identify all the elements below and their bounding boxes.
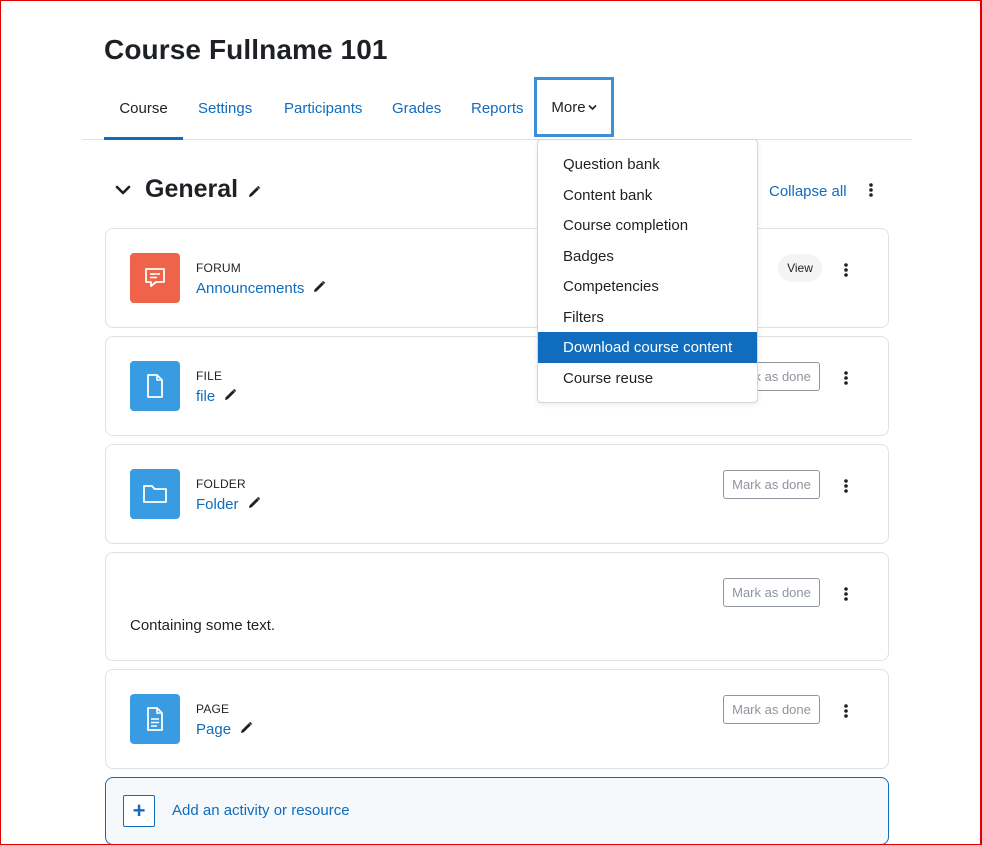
forum-icon: [130, 253, 180, 303]
activity-type-label: FOLDER: [196, 477, 246, 491]
pencil-icon[interactable]: [312, 280, 326, 294]
activity-card-folder: FOLDER Folder Mark as done: [105, 444, 889, 544]
page-icon: [130, 694, 180, 744]
menu-item-course-reuse[interactable]: Course reuse: [538, 363, 757, 394]
view-button[interactable]: View: [778, 254, 822, 282]
file-icon: [130, 361, 180, 411]
menu-item-download-course-content[interactable]: Download course content: [538, 332, 757, 363]
menu-item-question-bank[interactable]: Question bank: [538, 149, 757, 180]
label-text: Containing some text.: [130, 617, 276, 634]
activity-name: Folder: [196, 496, 239, 513]
activity-card-file: FILE file Mark as done: [105, 336, 889, 436]
activity-link[interactable]: Page: [196, 721, 253, 738]
page-title: Course Fullname 101: [104, 34, 388, 65]
activity-type-label: PAGE: [196, 702, 230, 716]
menu-item-content-bank[interactable]: Content bank: [538, 180, 757, 211]
menu-item-filters[interactable]: Filters: [538, 302, 757, 333]
more-options-icon[interactable]: [865, 180, 877, 200]
menu-item-competencies[interactable]: Competencies: [538, 271, 757, 302]
activity-link[interactable]: Folder: [196, 496, 261, 513]
tab-more[interactable]: More: [534, 77, 614, 137]
collapse-all-link[interactable]: Collapse all: [769, 183, 847, 200]
more-options-icon[interactable]: [840, 368, 852, 388]
menu-item-badges[interactable]: Badges: [538, 241, 757, 272]
tab-participants[interactable]: Participants: [284, 78, 362, 139]
activity-link[interactable]: file: [196, 388, 237, 405]
menu-item-course-completion[interactable]: Course completion: [538, 210, 757, 241]
activity-name: file: [196, 388, 216, 405]
more-options-icon[interactable]: [840, 584, 852, 604]
activity-type-label: FORUM: [196, 261, 241, 275]
activity-card-page: PAGE Page Mark as done: [105, 669, 889, 769]
pencil-icon[interactable]: [247, 496, 261, 510]
pencil-icon[interactable]: [239, 721, 253, 735]
chevron-down-icon[interactable]: [111, 178, 135, 202]
activity-card-text: Containing some text. Mark as done: [105, 552, 889, 661]
more-options-icon[interactable]: [840, 701, 852, 721]
add-activity-button[interactable]: + Add an activity or resource: [105, 777, 889, 845]
activity-name: Page: [196, 721, 232, 738]
course-nav-tabs: Course Settings Participants Grades Repo…: [82, 77, 912, 140]
pencil-icon[interactable]: [223, 388, 237, 402]
mark-as-done-button[interactable]: Mark as done: [723, 470, 820, 499]
section-header: General Collapse all: [105, 172, 889, 212]
activity-link[interactable]: Announcements: [196, 280, 326, 297]
more-options-icon[interactable]: [840, 476, 852, 496]
plus-icon: +: [123, 795, 155, 827]
mark-as-done-button[interactable]: Mark as done: [723, 578, 820, 607]
more-options-icon[interactable]: [840, 260, 852, 280]
mark-as-done-button[interactable]: Mark as done: [723, 695, 820, 724]
tab-grades[interactable]: Grades: [392, 78, 441, 139]
tab-settings[interactable]: Settings: [198, 78, 252, 139]
tab-course[interactable]: Course: [104, 78, 183, 140]
more-dropdown-menu: Question bank Content bank Course comple…: [537, 139, 758, 403]
section-title: General: [145, 175, 239, 203]
add-activity-label: Add an activity or resource: [172, 802, 350, 819]
activity-type-label: FILE: [196, 369, 223, 383]
chevron-down-icon: [588, 80, 597, 136]
tab-more-label: More: [551, 99, 586, 116]
activity-name: Announcements: [196, 280, 305, 297]
folder-icon: [130, 469, 180, 519]
activity-card-forum: FORUM Announcements View: [105, 228, 889, 328]
tab-reports[interactable]: Reports: [471, 78, 524, 139]
pencil-icon[interactable]: [247, 185, 261, 199]
